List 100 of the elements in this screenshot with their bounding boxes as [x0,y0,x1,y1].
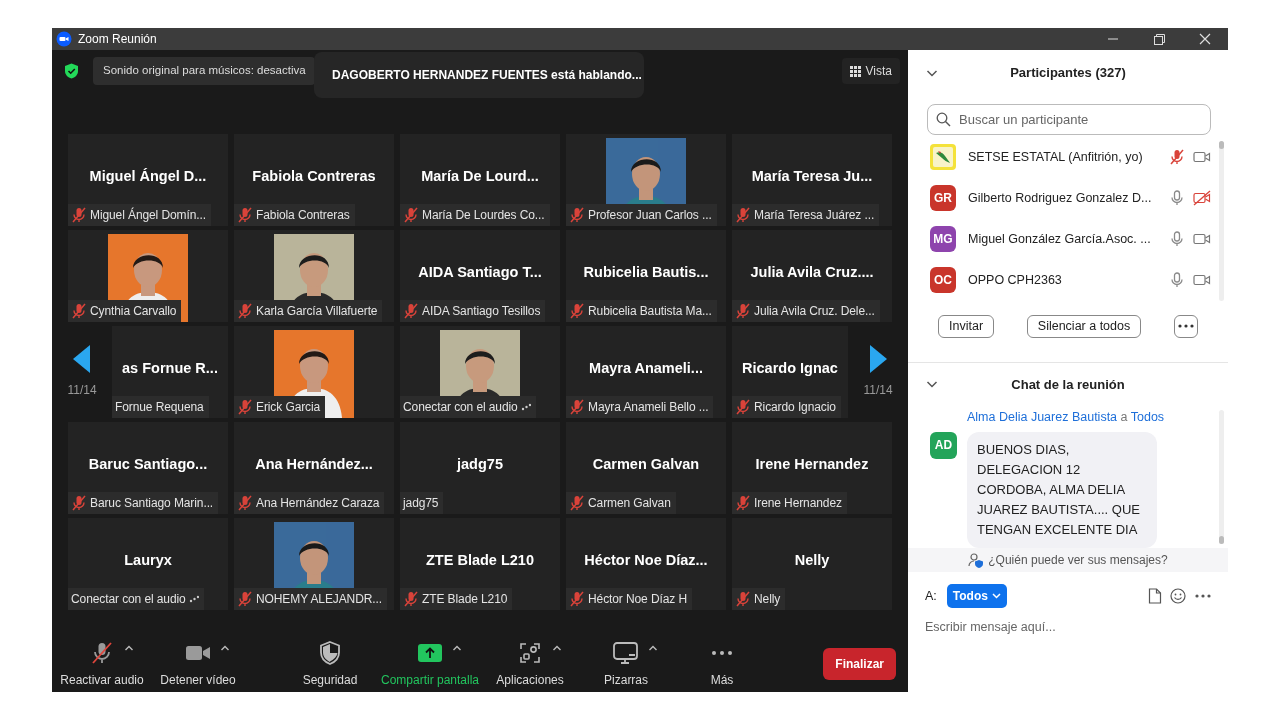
video-tile[interactable]: AIDA Santiago T... AIDA Santiago Tesillos [400,230,560,322]
connecting-icon [520,402,531,412]
scrollbar[interactable] [1219,140,1224,301]
label-text: Mayra Anameli Bello ... [588,399,709,416]
video-tile[interactable]: Julia Avila Cruz.... Julia Avila Cruz. Dele... [732,230,892,322]
avatar: MG [930,226,956,252]
video-tile[interactable]: Fabiola Contreras Fabiola Contreras [234,134,394,226]
caret-icon[interactable] [552,643,563,652]
participant-name: as Fornue R... [122,359,218,379]
video-tile[interactable]: Erick Garcia [234,326,394,418]
muted-mic-icon [71,303,87,319]
panel-button[interactable]: Invitar [938,314,995,338]
toolbar-button[interactable]: Pizarras [578,639,675,689]
label-text: Erick Garcia [256,399,321,416]
video-tile[interactable]: Ricardo Ignac Ricardo Ignacio [732,326,848,418]
video-tile[interactable]: Miguel Ángel D... Miguel Ángel Domín... [68,134,228,226]
emoji-icon[interactable] [1170,588,1186,605]
label-text: Irene Hernandez [754,495,842,512]
label-text: Profesor Juan Carlos ... [588,207,712,224]
label-text: Baruc Santiago Marin... [90,495,214,512]
more-button[interactable] [1174,314,1198,338]
video-tile[interactable]: jadg75 jadg75 [400,422,560,514]
search-box[interactable]: Buscar un participante [927,104,1211,135]
video-tile[interactable]: María De Lourd... María De Lourdes Co... [400,134,560,226]
video-tile[interactable]: Nelly Nelly [732,518,892,610]
label-text: Conectar con el audio [403,399,518,416]
video-tile[interactable]: Carmen Galvan Carmen Galvan [566,422,726,514]
panel-title: Chat de la reunión [1010,375,1126,394]
participant-row[interactable]: MG Miguel González García.Asoc. ... [908,218,1215,260]
recipient-name[interactable]: Todos [1130,409,1165,424]
video-tile[interactable]: Karla García Villafuerte [234,230,394,322]
muted-mic-icon [403,303,419,319]
video-tile[interactable]: ZTE Blade L210 ZTE Blade L210 [400,518,560,610]
video-tile[interactable]: Irene Hernandez Irene Hernandez [732,422,892,514]
video-tile[interactable]: Ana Hernández... Ana Hernández Caraza [234,422,394,514]
video-tile[interactable]: María Teresa Ju... María Teresa Juárez ... [732,134,892,226]
shield-check-icon[interactable] [64,63,79,79]
video-tile[interactable]: Conectar con el audio [400,326,560,418]
label-text: Carmen Galvan [588,495,671,512]
participant-row[interactable]: OC OPPO CPH2363 [908,259,1215,301]
scrollbar[interactable] [1219,409,1224,544]
video-tile[interactable]: Profesor Juan Carlos ... [566,134,726,226]
participant-row[interactable]: GR Gilberto Rodriguez Gonzalez D... [908,177,1215,219]
label-text: María De Lourdes Co... [422,207,545,224]
toolbar-button[interactable]: Compartir pantalla [378,639,483,689]
previous-page-icon[interactable] [73,345,91,373]
caret-icon[interactable] [124,643,134,652]
search-field[interactable]: Buscar un participante [957,108,1202,131]
toolbar-button[interactable]: Reactivar audio [54,639,150,689]
video-tile[interactable]: NOHEMY ALEJANDR... [234,518,394,610]
toolbar-button[interactable]: Más [674,639,771,689]
avatar: GR [930,185,956,211]
label-text: Rubicelia Bautista Ma... [588,303,712,320]
more-icon[interactable] [1194,593,1212,600]
caret-icon[interactable] [220,643,230,652]
chevron-icon[interactable] [926,380,938,389]
participant-name: Miguel González García.Asoc. ... [968,230,1152,248]
video-tile[interactable]: Rubicelia Bautis... Rubicelia Bautista Ma... [566,230,726,322]
video-tile[interactable]: Mayra Anameli... Mayra Anameli Bello ... [566,326,726,418]
chevron-icon[interactable] [926,68,938,77]
window-title: Zoom Reunión [78,31,157,48]
recipient-dropdown[interactable]: Todos [946,584,1007,609]
avatar: AD [930,431,957,459]
panel-button[interactable]: Silenciar a todos [1026,314,1142,338]
page-indicator: 11/14 [67,382,97,399]
label-text: Héctor Noe Díaz H [588,591,687,608]
toolbar-button[interactable]: Detener vídeo [150,639,246,689]
panel-title: Participantes (327) [1009,63,1127,82]
muted-mic-icon [569,399,585,415]
search-icon [936,111,951,127]
next-page-icon[interactable] [869,345,887,373]
toolbar-button[interactable]: Seguridad [282,639,378,689]
video-tile[interactable]: Cynthia Carvallo [68,230,228,322]
grid-icon [849,65,861,77]
speaker-notification: DAGOBERTO HERNANDEZ FUENTES está hablando... [314,52,644,98]
muted-mic-icon [71,207,87,223]
muted-mic-icon [237,303,253,319]
chevron-icon [991,593,1001,600]
recipient-connector: a [1120,409,1128,424]
video-tile[interactable]: as Fornue R... Fornue Requena [112,326,228,418]
shield-icon [319,640,341,665]
muted-mic-icon [237,591,253,607]
video-tile[interactable]: Baruc Santiago... Baruc Santiago Marin... [68,422,228,514]
view-button[interactable]: Vista [841,58,900,84]
whiteboard-icon [613,641,640,664]
end-meeting-button[interactable]: Finalizar [823,648,896,680]
caret-icon[interactable] [452,643,462,652]
apps-icon [519,641,542,664]
toolbar-button[interactable]: Aplicaciones [482,639,579,689]
participant-name: AIDA Santiago T... [418,263,542,283]
participant-row[interactable]: SETSE ESTATAL (Anfitrión, yo) [908,136,1215,178]
sender-name[interactable]: Alma Delia Juarez Bautista [967,409,1118,424]
participant-name: Ana Hernández... [255,455,373,475]
more-icon [711,649,734,656]
muted-mic-icon [735,303,751,319]
video-tile[interactable]: Héctor Noe Díaz... Héctor Noe Díaz H [566,518,726,610]
muted-mic-icon [735,591,751,607]
video-tile[interactable]: Lauryx Conectar con el audio [68,518,228,610]
caret-icon[interactable] [648,643,659,652]
file-icon[interactable] [1148,588,1162,605]
